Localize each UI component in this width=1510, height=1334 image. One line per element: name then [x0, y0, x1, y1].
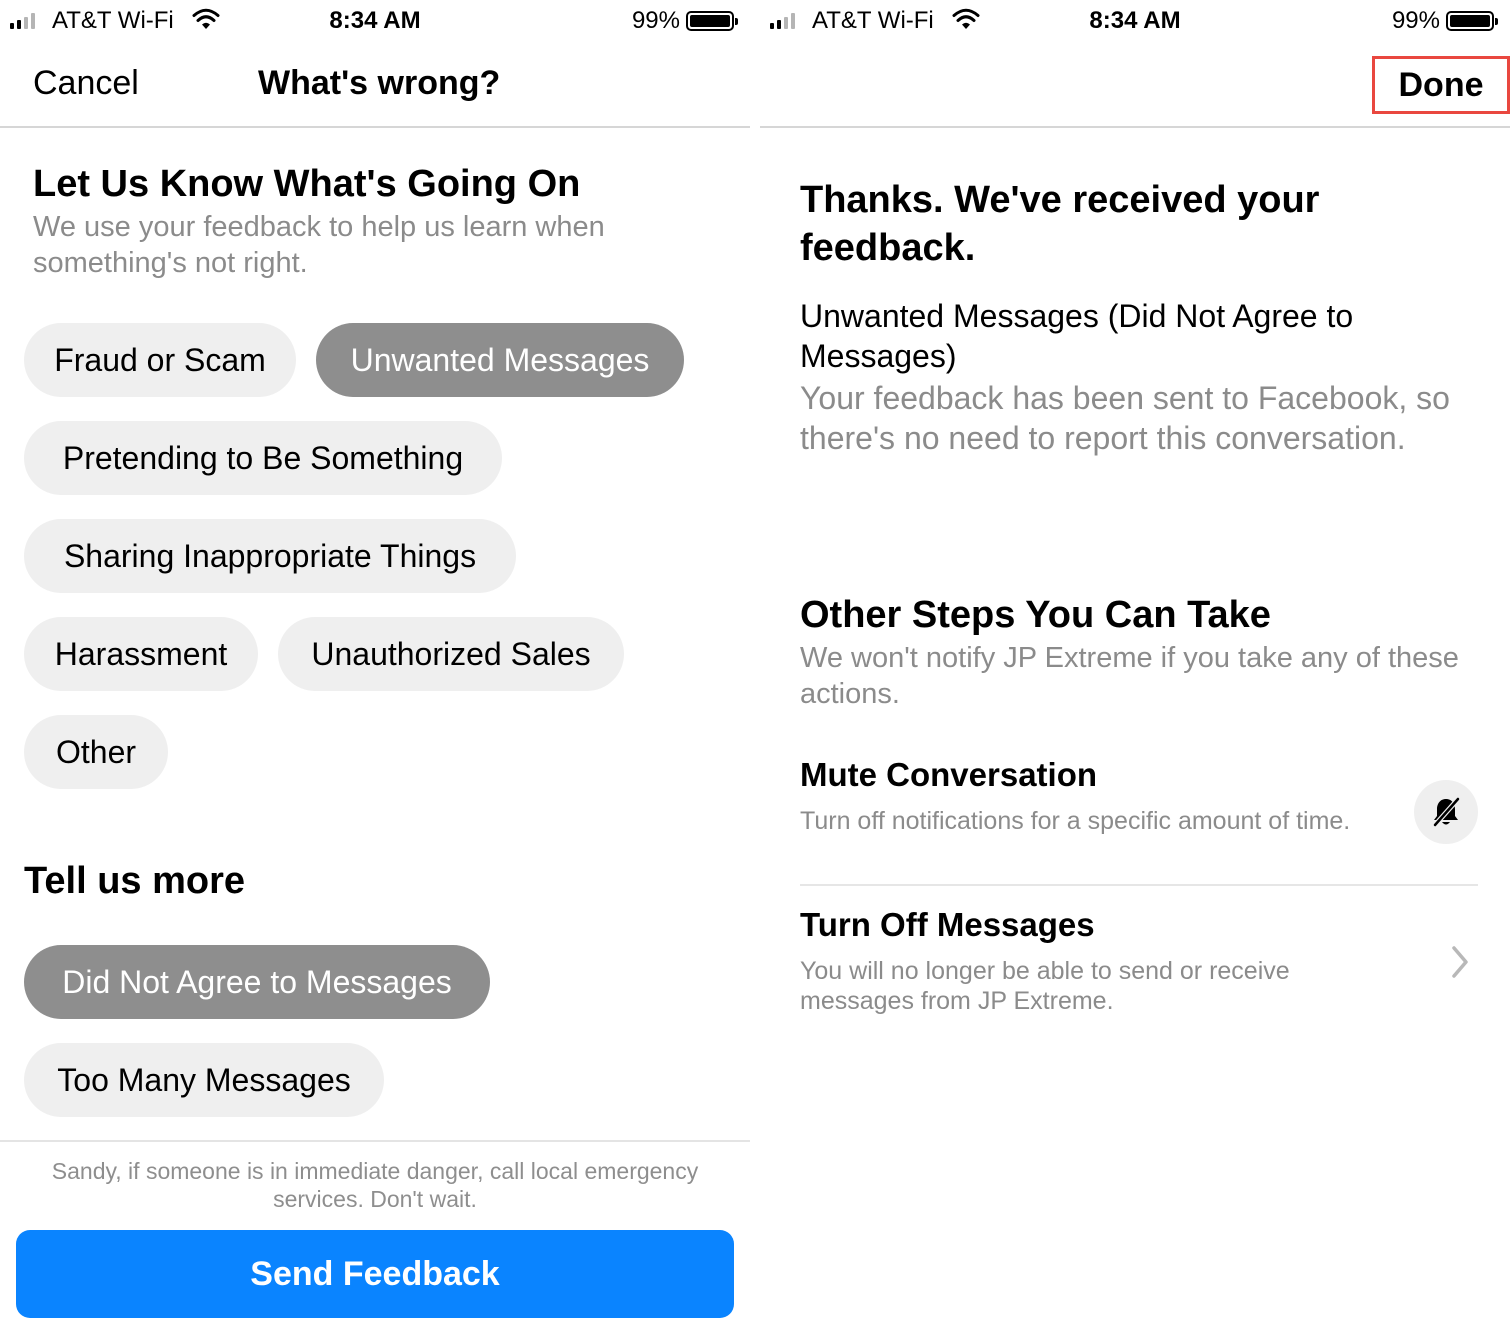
report-screen: AT&T Wi-Fi 8:34 AM 99% Cancel What's wro…	[0, 0, 750, 1334]
mute-conversation-row[interactable]: Mute Conversation Turn off notifications…	[800, 756, 1478, 886]
bell-slash-icon[interactable]	[1414, 780, 1478, 844]
turn-off-messages-desc: You will no longer be able to send or re…	[800, 957, 1290, 1015]
emergency-note: Sandy, if someone is in immediate danger…	[51, 1158, 699, 1212]
nav-bar: Done	[760, 42, 1510, 128]
nav-bar: Cancel What's wrong?	[0, 42, 750, 128]
turn-off-messages-row[interactable]: Turn Off Messages You will no longer be …	[800, 906, 1478, 1026]
option-did-not-agree[interactable]: Did Not Agree to Messages	[24, 945, 490, 1019]
done-button[interactable]: Done	[1372, 56, 1510, 114]
section-subheading: We use your feedback to help us learn wh…	[33, 211, 605, 279]
option-unauthorized-sales[interactable]: Unauthorized Sales	[278, 617, 624, 691]
divider	[750, 0, 760, 1334]
steps-subheading: We won't notify JP Extreme if you take a…	[800, 642, 1459, 710]
confirmation-screen: AT&T Wi-Fi 8:34 AM 99% Done Thanks. We'v…	[760, 0, 1510, 1334]
page-title: What's wrong?	[258, 64, 501, 102]
status-bar: AT&T Wi-Fi 8:34 AM 99%	[760, 0, 1510, 42]
option-harassment[interactable]: Harassment	[24, 617, 258, 691]
cancel-button[interactable]: Cancel	[33, 64, 139, 103]
turn-off-messages-title: Turn Off Messages	[800, 906, 1095, 943]
option-too-many-messages[interactable]: Too Many Messages	[24, 1043, 384, 1117]
send-feedback-button[interactable]: Send Feedback	[16, 1230, 734, 1318]
reported-reason: Unwanted Messages (Did Not Agree to Mess…	[800, 298, 1354, 374]
mute-conversation-title: Mute Conversation	[800, 756, 1098, 793]
confirmation-title: Thanks. We've received your feedback.	[800, 179, 1320, 269]
sent-note: Your feedback has been sent to Facebook,…	[800, 380, 1450, 456]
battery-icon	[1446, 11, 1498, 31]
battery-percent: 99%	[631, 7, 680, 34]
tell-us-more-heading: Tell us more	[24, 860, 246, 902]
steps-heading: Other Steps You Can Take	[800, 594, 1271, 636]
option-sharing-inappropriate[interactable]: Sharing Inappropriate Things	[24, 519, 516, 593]
option-other[interactable]: Other	[24, 715, 168, 789]
section-heading: Let Us Know What's Going On	[33, 163, 581, 205]
mute-conversation-desc: Turn off notifications for a specific am…	[800, 807, 1351, 835]
battery-icon	[686, 11, 738, 31]
option-pretending[interactable]: Pretending to Be Something	[24, 421, 502, 495]
divider	[0, 1140, 750, 1142]
status-bar: AT&T Wi-Fi 8:34 AM 99%	[0, 0, 750, 42]
chevron-right-icon	[1452, 946, 1468, 978]
option-unwanted-messages[interactable]: Unwanted Messages	[316, 323, 684, 397]
battery-percent: 99%	[1391, 7, 1440, 34]
option-fraud-or-scam[interactable]: Fraud or Scam	[24, 323, 296, 397]
